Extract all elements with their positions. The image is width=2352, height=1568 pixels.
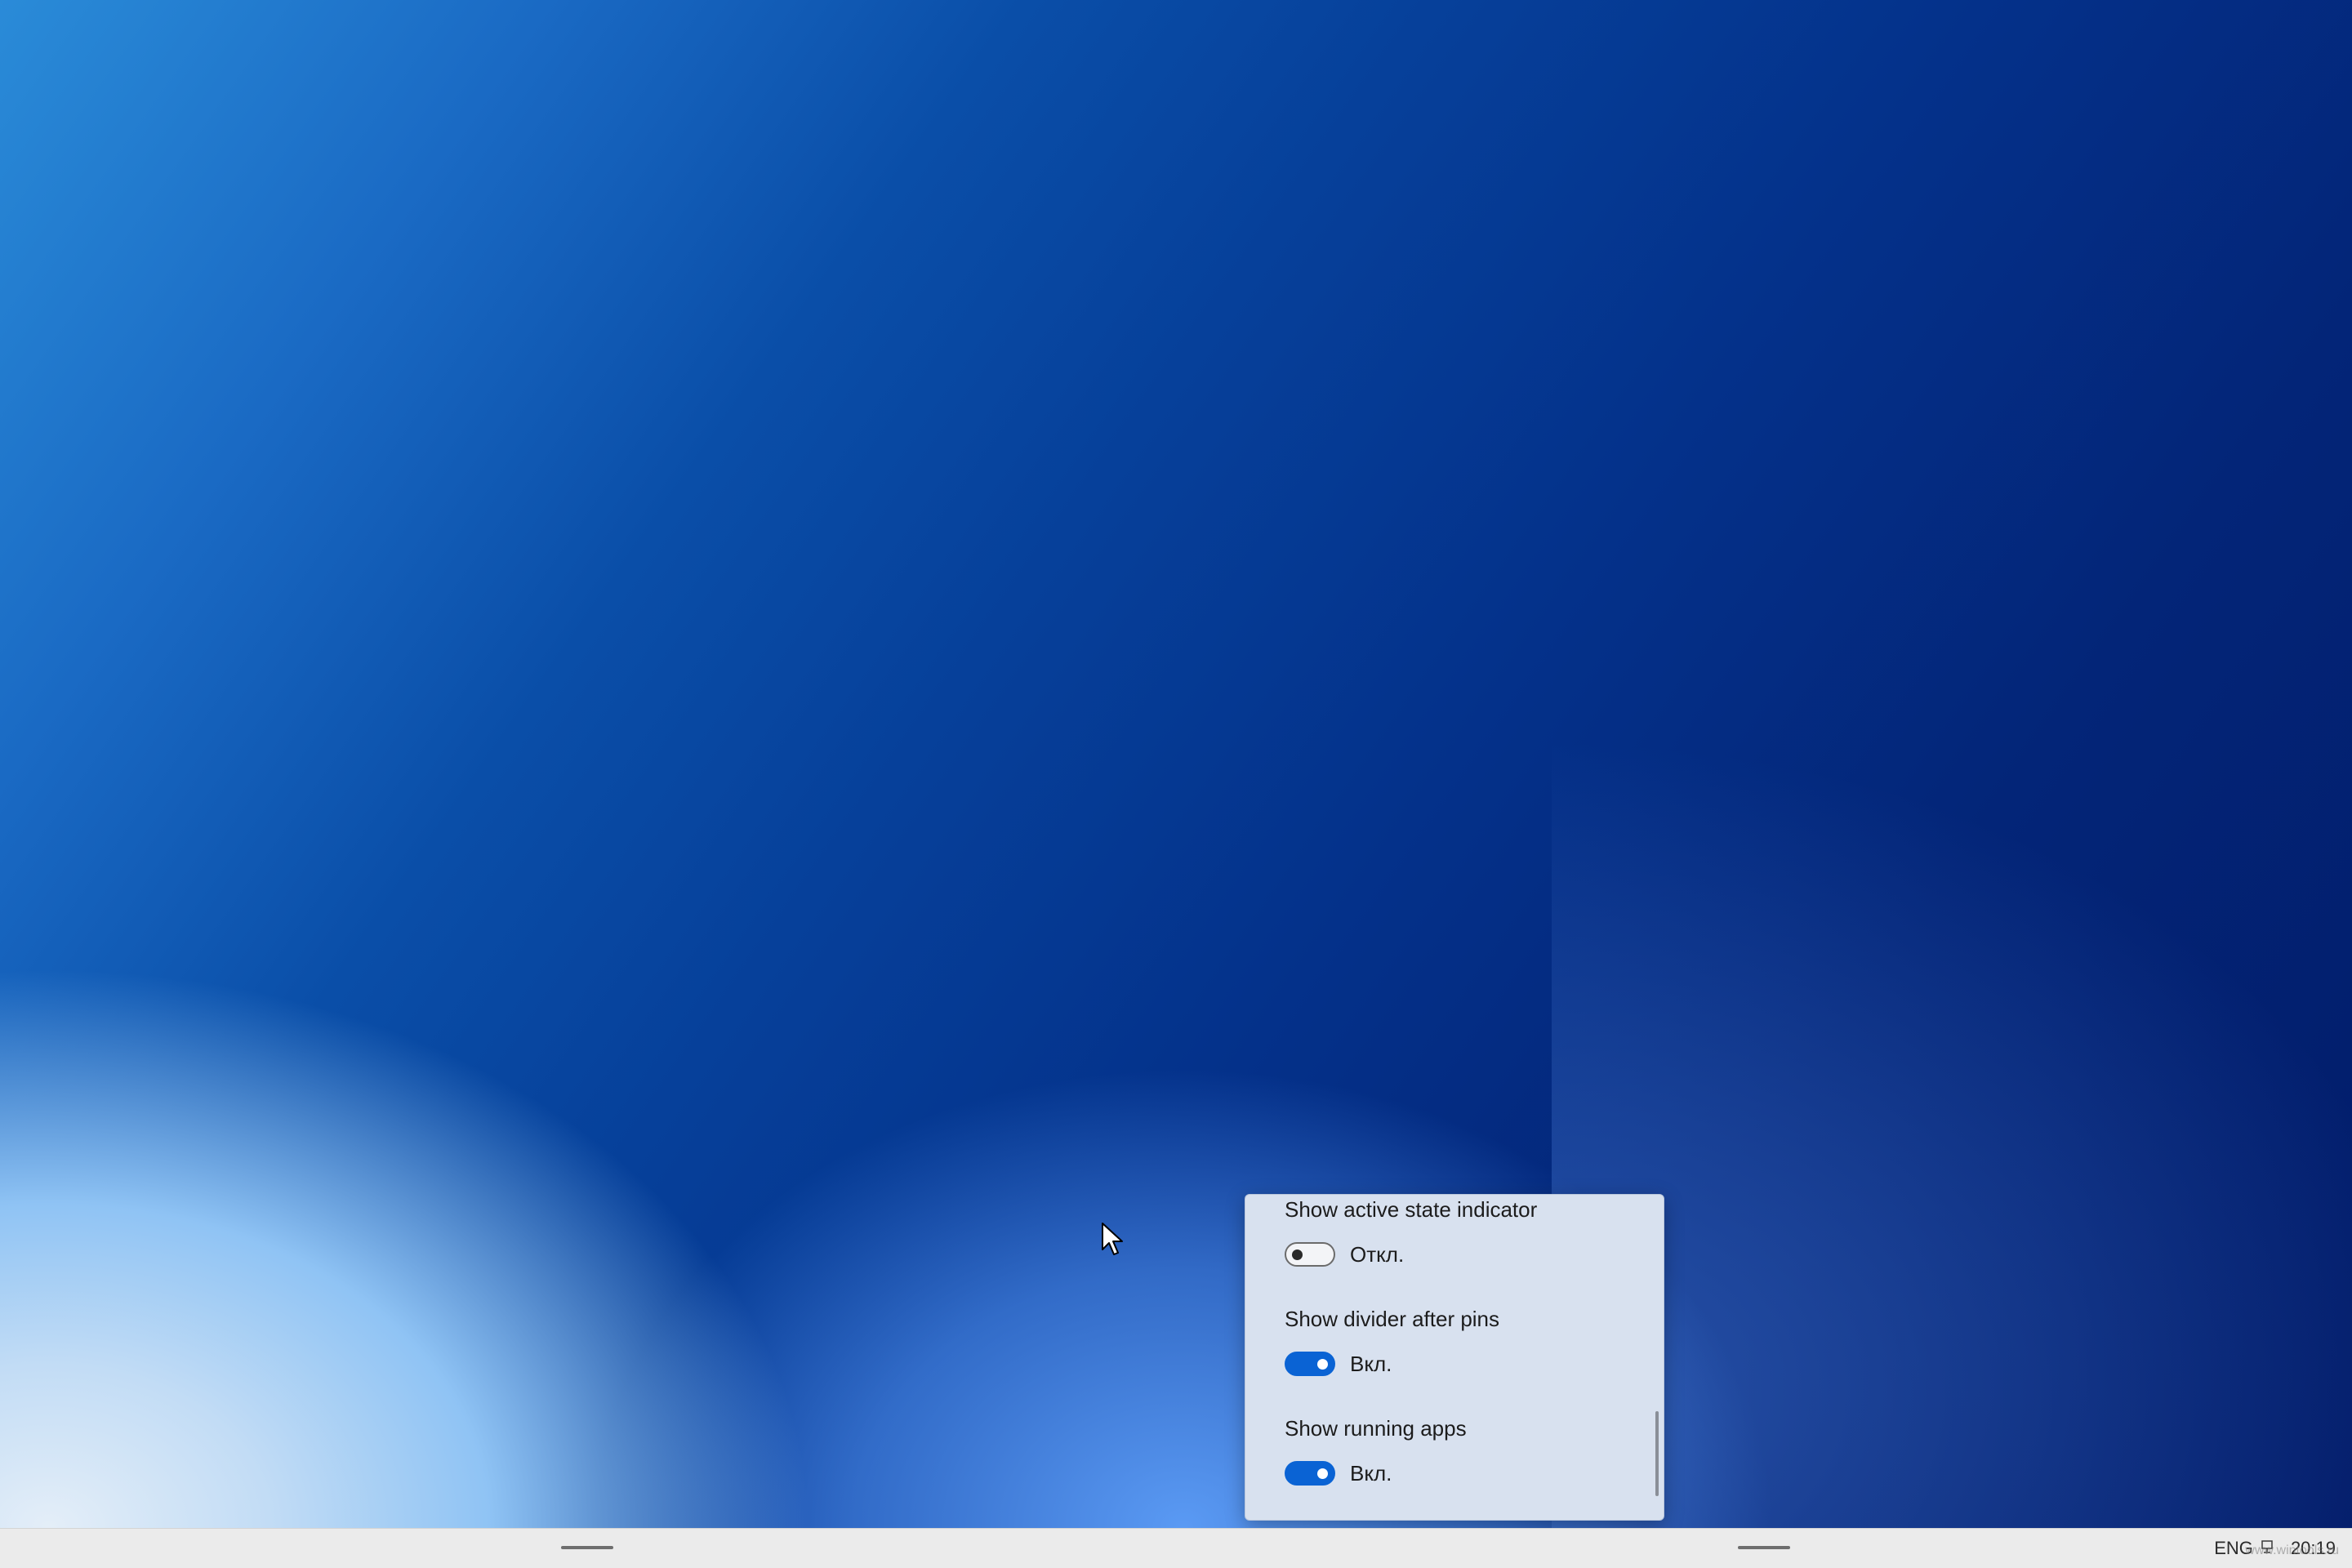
setting-title: Show active state indicator <box>1285 1197 1538 1222</box>
clock[interactable]: 20:19 <box>2291 1538 2336 1559</box>
wallpaper-glow <box>1552 735 2352 1528</box>
network-icon[interactable] <box>2261 1539 2273 1557</box>
taskbar: ENG 20:19 www.wintools.ru <box>0 1528 2352 1568</box>
running-apps-toggle[interactable] <box>1285 1461 1335 1486</box>
toggle-state-label: Откл. <box>1350 1242 1405 1267</box>
taskbar-settings-flyout: Show active state indicator Откл. Show d… <box>1245 1194 1664 1521</box>
active-state-indicator-toggle[interactable] <box>1285 1242 1335 1267</box>
network-icon-glyph <box>2261 1539 2273 1553</box>
mouse-cursor-icon <box>1102 1223 1123 1255</box>
language-indicator[interactable]: ENG <box>2214 1538 2253 1559</box>
setting-show-divider-after-pins: Show divider after pins Вкл. <box>1285 1306 1499 1376</box>
toggle-knob <box>1317 1468 1328 1479</box>
flyout-scrollbar[interactable] <box>1655 1411 1659 1496</box>
setting-title: Show divider after pins <box>1285 1307 1500 1331</box>
setting-show-active-state-indicator: Show active state indicator Откл. <box>1285 1196 1537 1267</box>
toggle-state-label: Вкл. <box>1350 1352 1392 1376</box>
toggle-knob <box>1317 1359 1328 1370</box>
toggle-state-label: Вкл. <box>1350 1461 1392 1486</box>
setting-title: Show running apps <box>1285 1416 1467 1441</box>
taskbar-drag-handle-right[interactable] <box>1738 1546 1790 1549</box>
toggle-knob <box>1292 1250 1303 1260</box>
desktop-wallpaper: Show active state indicator Откл. Show d… <box>0 0 2352 1528</box>
setting-show-running-apps: Show running apps Вкл. <box>1285 1415 1467 1486</box>
system-tray: ENG 20:19 <box>2214 1529 2336 1568</box>
taskbar-drag-handle-left[interactable] <box>561 1546 613 1549</box>
divider-after-pins-toggle[interactable] <box>1285 1352 1335 1376</box>
